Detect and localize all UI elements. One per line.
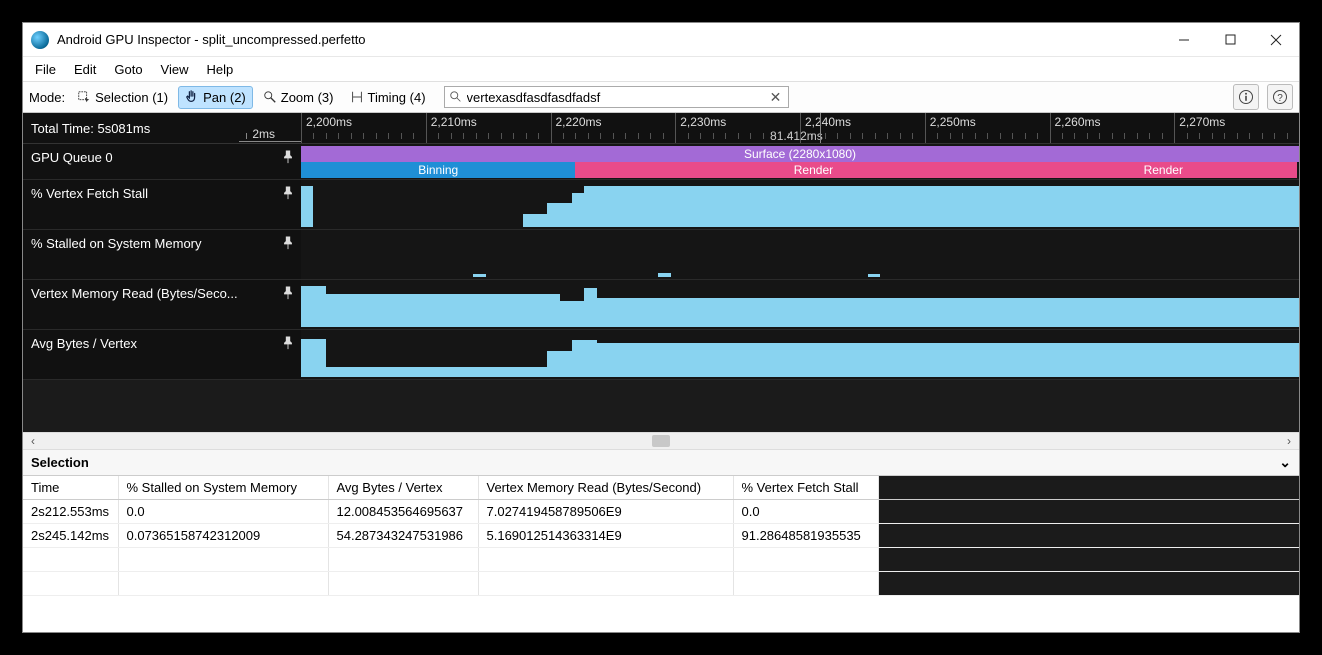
search-clear-icon[interactable]: ✕ <box>768 89 784 106</box>
mode-selection[interactable]: Selection (1) <box>71 87 174 108</box>
search-icon <box>449 90 463 104</box>
mode-selection-label: Selection (1) <box>95 90 168 105</box>
col-header[interactable]: Time <box>23 476 118 500</box>
col-header[interactable]: Avg Bytes / Vertex <box>328 476 478 500</box>
table-row[interactable]: 2s212.553ms0.012.0084535646956377.027419… <box>23 500 1299 524</box>
track-vertex-fetch-stall[interactable]: % Vertex Fetch Stall <box>23 180 1299 230</box>
mode-pan-label: Pan (2) <box>203 90 246 105</box>
timeline-empty <box>23 380 1299 432</box>
app-icon <box>31 31 49 49</box>
menu-help[interactable]: Help <box>199 60 242 79</box>
menu-edit[interactable]: Edit <box>66 60 104 79</box>
svg-text:?: ? <box>1277 93 1283 104</box>
chevron-down-icon[interactable]: ⌄ <box>1279 454 1291 471</box>
track-avg-bytes-vertex[interactable]: Avg Bytes / Vertex <box>23 330 1299 380</box>
col-header[interactable]: % Vertex Fetch Stall <box>733 476 878 500</box>
time-marker-label: 81.412ms <box>770 129 823 143</box>
mode-timing-label: Timing (4) <box>368 90 426 105</box>
track-stalled-sysmem[interactable]: % Stalled on System Memory <box>23 230 1299 280</box>
selection-title: Selection <box>31 455 89 470</box>
toolbar: Mode: Selection (1) Pan (2) Zoom (3) Tim… <box>23 81 1299 113</box>
scroll-thumb[interactable] <box>652 435 670 447</box>
mode-zoom[interactable]: Zoom (3) <box>257 87 340 108</box>
col-header[interactable]: % Stalled on System Memory <box>118 476 328 500</box>
menubar: File Edit Goto View Help <box>23 57 1299 81</box>
pin-icon[interactable] <box>281 286 295 300</box>
track-gpu-queue[interactable]: GPU Queue 0 Surface (2280x1080) Binning R… <box>23 144 1299 180</box>
timeline-header: Total Time: 5s081ms 2ms 2,200ms2,210ms2,… <box>23 113 1299 144</box>
zoom-icon <box>263 90 277 104</box>
search-input[interactable] <box>463 90 768 105</box>
maximize-button[interactable] <box>1207 23 1253 56</box>
window-buttons <box>1161 23 1299 56</box>
mode-label: Mode: <box>29 90 67 105</box>
scroll-right-icon[interactable]: › <box>1287 434 1291 448</box>
menu-view[interactable]: View <box>153 60 197 79</box>
selection-table: Time% Stalled on System MemoryAvg Bytes … <box>23 476 1299 596</box>
gpu-segments: Binning RenderRender <box>301 162 1299 178</box>
mode-zoom-label: Zoom (3) <box>281 90 334 105</box>
gpu-segment[interactable]: Render <box>597 162 1029 178</box>
surface-label: Surface (2280x1080) <box>301 147 1299 161</box>
total-time: Total Time: 5s081ms 2ms <box>23 113 301 143</box>
gpu-segment[interactable] <box>575 162 597 178</box>
surface-segment[interactable]: Surface (2280x1080) <box>301 146 1299 162</box>
search-field[interactable]: ✕ <box>444 86 789 108</box>
time-ruler[interactable]: 2,200ms2,210ms2,220ms2,230ms2,240ms2,250… <box>301 113 1299 143</box>
selection-icon <box>77 90 91 104</box>
timeline[interactable]: Total Time: 5s081ms 2ms 2,200ms2,210ms2,… <box>23 113 1299 432</box>
pan-icon <box>185 90 199 104</box>
window-title: Android GPU Inspector - split_uncompress… <box>57 32 1161 47</box>
track-label: Vertex Memory Read (Bytes/Seco... <box>31 286 238 301</box>
time-marker[interactable] <box>820 113 821 143</box>
gpu-segment[interactable]: Render <box>1030 162 1297 178</box>
timing-icon <box>350 90 364 104</box>
total-time-label: Total Time: 5s081ms <box>31 121 150 136</box>
menu-goto[interactable]: Goto <box>106 60 150 79</box>
mode-timing[interactable]: Timing (4) <box>344 87 432 108</box>
scroll-left-icon[interactable]: ‹ <box>31 434 35 448</box>
mode-pan[interactable]: Pan (2) <box>178 86 253 109</box>
track-vertex-mem-read[interactable]: Vertex Memory Read (Bytes/Seco... <box>23 280 1299 330</box>
selection-panel: Selection ⌄ Time% Stalled on System Memo… <box>23 450 1299 632</box>
help-button[interactable]: ? <box>1267 84 1293 110</box>
mini-unit: 2ms <box>252 127 275 141</box>
track-label: GPU Queue 0 <box>31 150 113 165</box>
selection-header[interactable]: Selection ⌄ <box>23 450 1299 476</box>
info-icon <box>1238 89 1254 105</box>
pin-icon[interactable] <box>281 236 295 250</box>
minimize-button[interactable] <box>1161 23 1207 56</box>
gpu-segment[interactable]: Binning <box>301 162 575 178</box>
menu-file[interactable]: File <box>27 60 64 79</box>
info-button[interactable] <box>1233 84 1259 110</box>
timeline-hscrollbar[interactable]: ‹ › <box>23 432 1299 450</box>
track-label: % Stalled on System Memory <box>31 236 202 251</box>
track-label: Avg Bytes / Vertex <box>31 336 137 351</box>
col-header[interactable]: Vertex Memory Read (Bytes/Second) <box>478 476 733 500</box>
titlebar: Android GPU Inspector - split_uncompress… <box>23 23 1299 57</box>
table-row[interactable]: 2s245.142ms0.0736515874231200954.2873432… <box>23 524 1299 548</box>
track-label: % Vertex Fetch Stall <box>31 186 148 201</box>
close-button[interactable] <box>1253 23 1299 56</box>
pin-icon[interactable] <box>281 186 295 200</box>
help-icon: ? <box>1272 89 1288 105</box>
pin-icon[interactable] <box>281 150 295 164</box>
pin-icon[interactable] <box>281 336 295 350</box>
